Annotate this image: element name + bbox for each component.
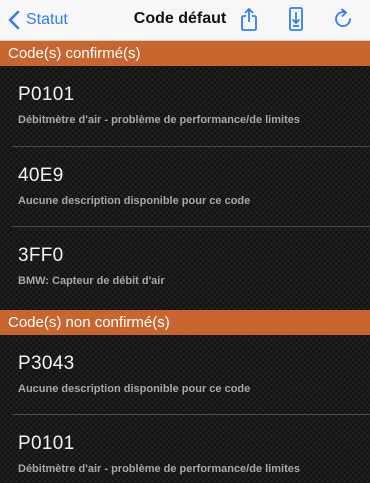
- back-button-label: Statut: [26, 11, 68, 28]
- fault-description: Débitmètre d'air - problème de performan…: [18, 114, 300, 126]
- share-icon: [241, 8, 257, 31]
- list-item[interactable]: P3043 Aucune description disponible pour…: [0, 335, 370, 414]
- list-item[interactable]: P0101 Débitmètre d'air - problème de per…: [0, 66, 370, 145]
- list-item[interactable]: 3FF0 BMW: Capteur de débit d'air: [0, 227, 370, 306]
- chevron-left-icon: [8, 10, 20, 30]
- navigation-bar: Statut Code défaut: [0, 0, 370, 41]
- download-button[interactable]: [283, 6, 309, 32]
- refresh-button[interactable]: [330, 6, 356, 32]
- fault-code: P0101: [18, 84, 75, 105]
- section-header-confirmed: Code(s) confirmé(s): [0, 41, 370, 66]
- fault-description: Aucune description disponible pour ce co…: [18, 383, 251, 395]
- fault-code: P3043: [18, 353, 75, 374]
- download-icon: [289, 7, 303, 31]
- list-item[interactable]: P0101 Débitmètre d'air - problème de per…: [0, 415, 370, 483]
- screen: Statut Code défaut Code(s) confirmé(s) P…: [0, 0, 370, 483]
- fault-code: P0101: [18, 433, 75, 454]
- section-header-unconfirmed: Code(s) non confirmé(s): [0, 310, 370, 335]
- fault-code: 3FF0: [18, 245, 64, 266]
- refresh-icon: [335, 8, 351, 27]
- list-item[interactable]: 40E9 Aucune description disponible pour …: [0, 147, 370, 226]
- page-title: Code défaut: [133, 10, 227, 27]
- fault-description: Débitmètre d'air - problème de performan…: [18, 463, 300, 475]
- fault-description: Aucune description disponible pour ce co…: [18, 195, 251, 207]
- back-button[interactable]: Statut: [8, 8, 68, 32]
- fault-description: BMW: Capteur de débit d'air: [18, 275, 165, 287]
- share-button[interactable]: [236, 6, 262, 32]
- fault-code: 40E9: [18, 165, 64, 186]
